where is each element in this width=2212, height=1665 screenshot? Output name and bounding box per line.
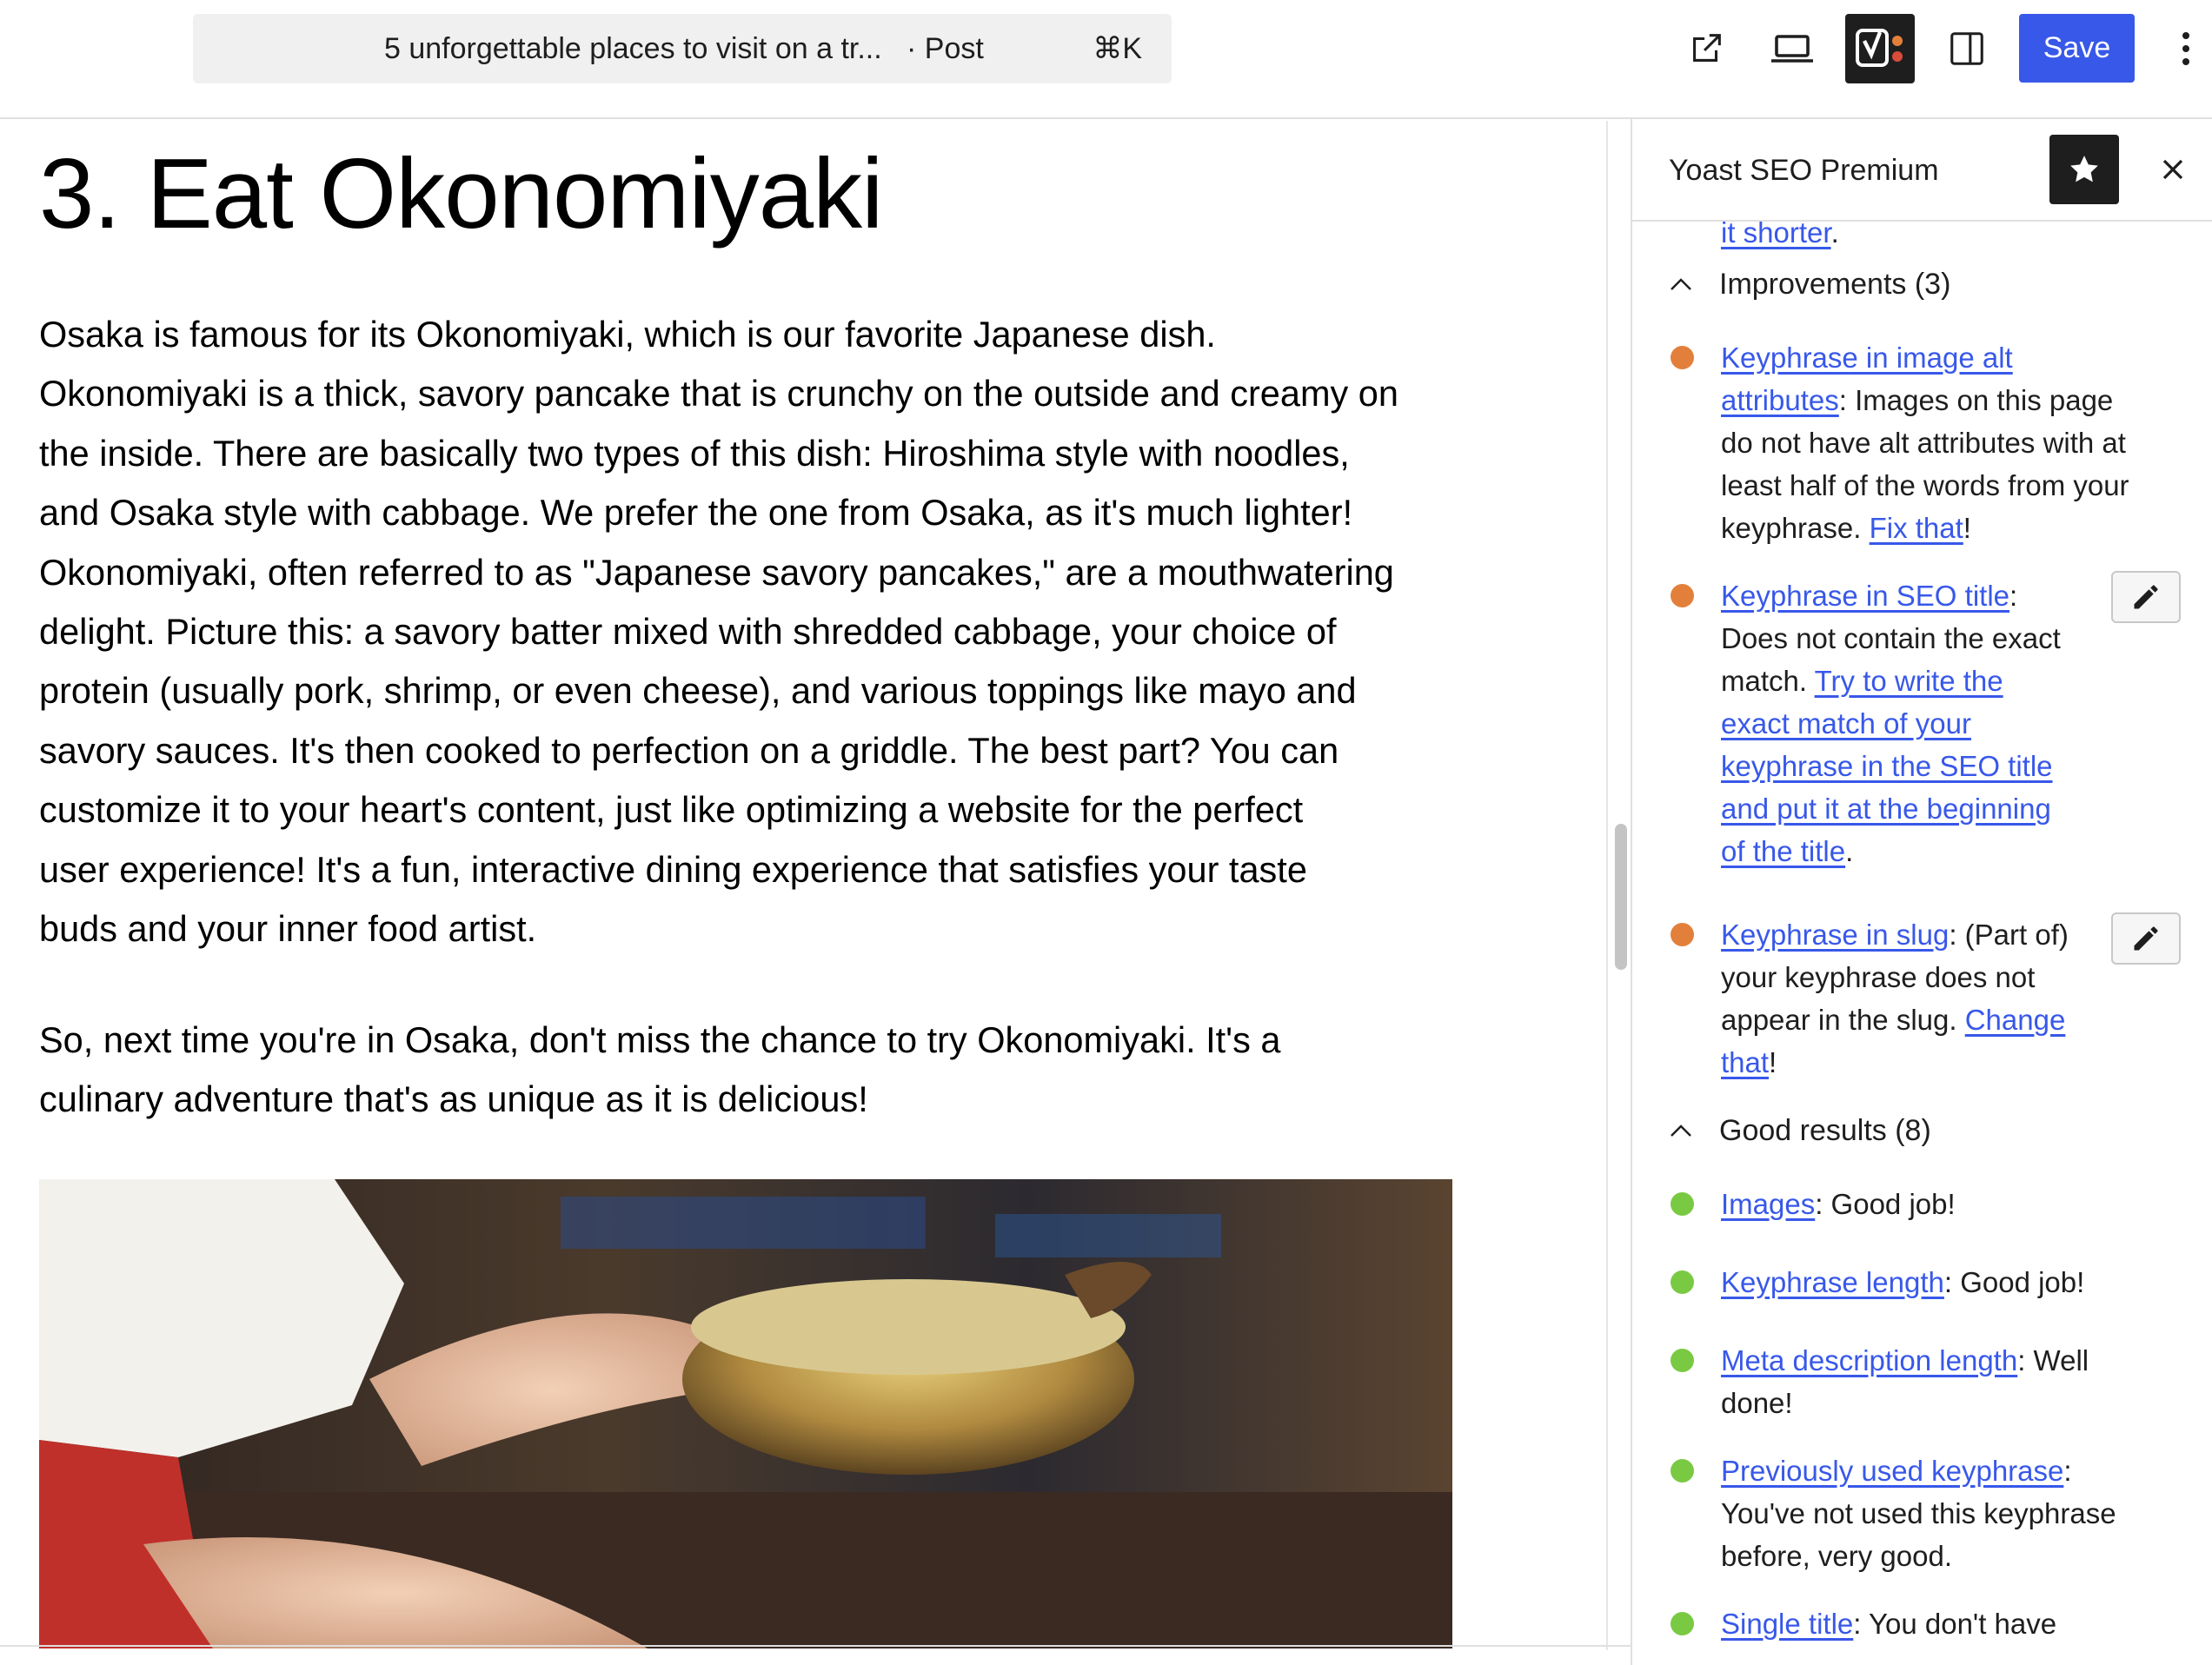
change-that-link[interactable]: that [1721,1046,1769,1078]
okonomiyaki-photo [39,1179,1452,1648]
result-link[interactable]: Keyphrase in SEO title [1721,580,2009,612]
shortcut-hint: ⌘K [1093,32,1142,65]
star-icon[interactable] [2049,135,2119,204]
result-item: Keyphrase in image alt attributes: Image… [1721,342,2129,544]
recommendation-link[interactable]: Try to write the [1815,665,2003,697]
good-results-toggle[interactable]: Good results (8) [1669,1104,1931,1157]
paragraph-line: and Osaka style with cabbage. We prefer … [39,492,1353,534]
result-item: Keyphrase in SEO title: Does not contain… [1721,580,2061,867]
paragraph-line: Okonomiyaki is a thick, savory pancake t… [39,373,1398,415]
paragraph-line: savory sauces. It's then cooked to perfe… [39,729,1339,771]
fix-that-link[interactable]: Fix that [1870,512,1963,544]
good-results-label: Good results (8) [1719,1113,1931,1147]
edit-seo-title-button[interactable] [2111,571,2181,623]
status-dot-green [1671,1349,1694,1372]
recommendation-link[interactable]: exact match of your [1721,707,1971,740]
edit-slug-button[interactable] [2111,912,2181,965]
editor-canvas[interactable]: 3. Eat Okonomiyaki Osaka is famous for i… [0,121,1608,1665]
result-link[interactable]: Images [1721,1188,1815,1220]
result-item: Keyphrase in slug: (Part of) your keyphr… [1721,919,2069,1078]
paragraph-block[interactable]: Osaka is famous for its Okonomiyaki, whi… [39,305,1456,959]
paragraph-line: Okonomiyaki, often referred to as "Japan… [39,551,1394,593]
result-item: Images: Good job! [1721,1188,1956,1220]
pencil-icon [2134,585,2158,609]
yoast-sidebar: Yoast SEO Premium it shorter. Improvemen… [1631,119,2212,1665]
sidebar-title: Yoast SEO Premium [1669,154,1939,187]
pencil-icon [2134,926,2158,951]
result-link[interactable]: attributes [1721,384,1839,416]
paragraph-line: delight. Picture this: a savory batter m… [39,611,1337,653]
status-dot-green [1671,1192,1694,1216]
recommendation-link[interactable]: keyphrase in the SEO title [1721,750,2053,782]
paragraph-line: buds and your inner food artist. [39,908,537,950]
laptop-icon[interactable] [1757,14,1827,83]
paragraph-line: Osaka is famous for its Okonomiyaki, whi… [39,314,1216,355]
result-link[interactable]: Keyphrase in image alt [1721,342,2013,374]
chevron-up-icon [1669,1113,1704,1148]
yoast-icon[interactable] [1845,14,1915,83]
result-item: Previously used keyphrase: You've not us… [1721,1455,2116,1572]
result-item: Single title: You don't have [1721,1608,2057,1640]
result-link[interactable]: Previously used keyphrase [1721,1455,2063,1487]
document-title[interactable]: 5 unforgettable places to visit on a tr.… [384,14,984,83]
result-link[interactable]: Single title [1721,1608,1853,1640]
recommendation-link[interactable]: and put it at the beginning [1721,793,2051,825]
status-dot-green [1671,1612,1694,1635]
editor-header: 5 unforgettable places to visit on a tr.… [0,0,2212,119]
status-dot-green [1671,1459,1694,1483]
change-that-link[interactable]: Change [1965,1004,2066,1036]
command-palette-bar[interactable]: 5 unforgettable places to visit on a tr.… [193,14,1172,83]
sidebar-header: Yoast SEO Premium [1632,119,2212,222]
post-title-text: 5 unforgettable places to visit on a tr.… [384,32,882,65]
sidebar-panel-icon[interactable] [1932,14,2002,83]
close-icon[interactable] [2138,135,2208,204]
post-type-text: · Post [907,32,984,65]
result-item: Meta description length: Well done! [1721,1344,2089,1419]
result-item: Keyphrase length: Good job! [1721,1266,2085,1298]
paragraph-line: protein (usually pork, shrimp, or even c… [39,670,1357,712]
paragraph-line: customize it to your heart's content, ju… [39,789,1304,831]
result-link[interactable]: Keyphrase in slug [1721,919,1949,951]
paragraph-line: user experience! It's a fun, interactive… [39,848,1307,890]
result-link[interactable]: Meta description length [1721,1344,2017,1376]
status-dot-orange [1671,584,1694,607]
paragraph-line: the inside. There are basically two type… [39,432,1350,474]
chevron-up-icon [1669,267,1704,302]
vertical-ellipsis-icon[interactable] [2164,14,2208,83]
paragraph-block[interactable]: So, next time you're in Osaka, don't mis… [39,1011,1456,1130]
save-button[interactable]: Save [2019,14,2135,83]
recommendation-link[interactable]: of the title [1721,835,1845,867]
image-block[interactable] [39,1179,1452,1648]
paragraph-line: So, next time you're in Osaka, don't mis… [39,1019,1281,1060]
status-dot-orange [1671,346,1694,369]
improvements-toggle[interactable]: Improvements (3) [1669,258,1950,310]
status-dot-orange [1671,923,1694,946]
canvas-scrollbar-thumb[interactable] [1615,824,1627,970]
post-heading[interactable]: 3. Eat Okonomiyaki [39,138,883,251]
improvements-label: Improvements (3) [1719,267,1951,301]
external-link-icon[interactable] [1671,14,1741,83]
status-dot-green [1671,1270,1694,1294]
result-link[interactable]: Keyphrase length [1721,1266,1944,1298]
paragraph-line: culinary adventure that's as unique as i… [39,1078,868,1120]
divider [0,1645,1631,1647]
